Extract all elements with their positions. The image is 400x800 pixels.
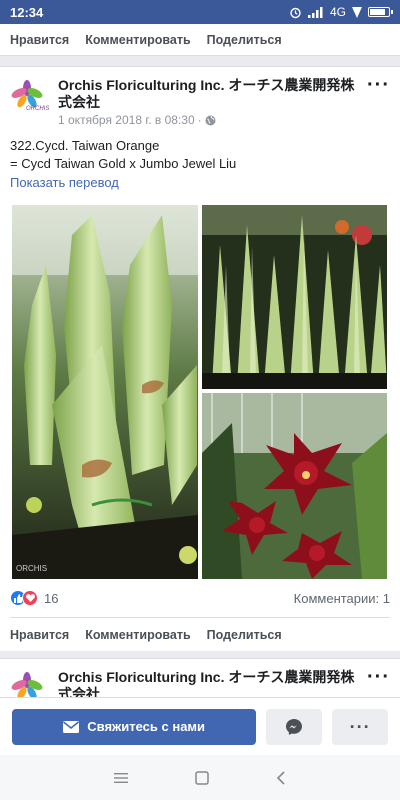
page-name[interactable]: Orchis Floriculturing Inc. オーチス農業開発株式会社 bbox=[58, 77, 362, 111]
post-header: ORCHIS Orchis Floriculturing Inc. オーチス農業… bbox=[0, 67, 400, 127]
like-button[interactable]: Нравится bbox=[10, 33, 69, 47]
post-header-text: Orchis Floriculturing Inc. オーチス農業開発株式会社 … bbox=[58, 77, 362, 127]
prev-post-actions: Нравится Комментировать Поделиться bbox=[0, 24, 400, 56]
comment-button[interactable]: Комментировать bbox=[85, 628, 190, 642]
wifi-icon bbox=[352, 6, 362, 18]
post-date[interactable]: 1 октября 2018 г. в 08:30 bbox=[58, 113, 195, 127]
reactions-row: 16 Комментарии: 1 bbox=[10, 587, 390, 609]
more-actions-button[interactable]: ··· bbox=[332, 708, 388, 745]
show-translation-link[interactable]: Показать перевод bbox=[0, 173, 400, 190]
share-button[interactable]: Поделиться bbox=[207, 628, 282, 642]
photo-greenhouse-buds[interactable] bbox=[202, 205, 387, 389]
status-time: 12:34 bbox=[10, 4, 44, 20]
photo-watermark: ORCHIS bbox=[16, 564, 48, 573]
comment-button[interactable]: Комментировать bbox=[85, 33, 190, 47]
post-text-line-2: = Cycd Taiwan Gold x Jumbo Jewel Liu bbox=[10, 156, 237, 171]
home-icon[interactable] bbox=[195, 770, 209, 785]
status-bar: 12:34 4G bbox=[0, 0, 400, 24]
status-icons: 4G bbox=[289, 5, 393, 19]
globe-icon bbox=[205, 115, 216, 125]
contact-us-button[interactable]: Свяжитесь с нами bbox=[12, 708, 257, 745]
photo-red-flowers[interactable] bbox=[202, 393, 387, 579]
share-button[interactable]: Поделиться bbox=[207, 33, 282, 47]
contact-us-label: Свяжитесь с нами bbox=[87, 719, 206, 734]
menu-icon[interactable] bbox=[113, 772, 128, 784]
divider bbox=[10, 617, 390, 618]
post-meta: 1 октября 2018 г. в 08:30 · bbox=[58, 113, 362, 127]
messenger-button[interactable] bbox=[266, 708, 323, 745]
system-nav-bar bbox=[0, 755, 400, 800]
photo-grid: ORCHIS bbox=[12, 205, 387, 579]
signal-icon bbox=[307, 6, 323, 18]
page-logo[interactable]: ORCHIS bbox=[10, 79, 50, 117]
more-dots-icon: ··· bbox=[349, 716, 371, 737]
more-options-button[interactable]: ··· bbox=[362, 75, 390, 123]
reactions-count[interactable]: 16 bbox=[44, 591, 58, 606]
post-text-line-1: 322.Cycd. Taiwan Orange bbox=[10, 138, 160, 153]
post-header: Orchis Floriculturing Inc. オーチス農業開発株式会社 … bbox=[0, 659, 400, 701]
alarm-icon bbox=[290, 7, 301, 18]
envelope-icon bbox=[63, 720, 80, 733]
post-text: 322.Cycd. Taiwan Orange = Cycd Taiwan Go… bbox=[0, 123, 400, 173]
network-type: 4G bbox=[329, 5, 346, 19]
battery-level bbox=[370, 9, 386, 15]
logo-text: ORCHIS bbox=[26, 106, 50, 112]
comments-count[interactable]: Комментарии: 1 bbox=[294, 591, 390, 606]
love-reaction-icon bbox=[22, 590, 38, 606]
cta-bar: Свяжитесь с нами ··· bbox=[0, 697, 400, 755]
meta-separator: · bbox=[197, 113, 202, 127]
photo-cattleya-buds[interactable]: ORCHIS bbox=[12, 205, 198, 579]
reaction-icons[interactable] bbox=[10, 590, 38, 606]
next-post-card: Orchis Floriculturing Inc. オーチス農業開発株式会社 … bbox=[0, 658, 400, 702]
post-actions: Нравится Комментировать Поделиться bbox=[0, 619, 400, 651]
messenger-icon bbox=[286, 718, 303, 735]
orchid-logo-icon bbox=[11, 80, 43, 108]
back-icon[interactable] bbox=[276, 770, 286, 785]
post-card: ORCHIS Orchis Floriculturing Inc. オーチス農業… bbox=[0, 66, 400, 651]
like-button[interactable]: Нравится bbox=[10, 628, 69, 642]
battery-icon bbox=[368, 7, 393, 17]
